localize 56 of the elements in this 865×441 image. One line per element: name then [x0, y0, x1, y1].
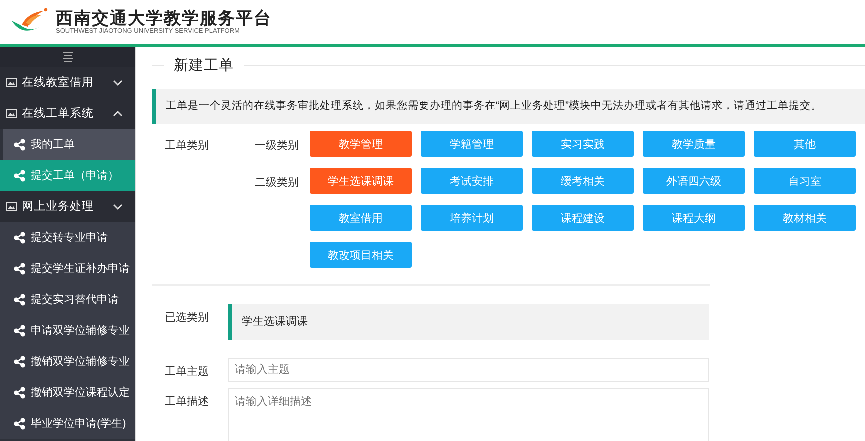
field-label: 工单描述 [164, 395, 210, 410]
menu-item[interactable]: 提交转专业申请 [0, 222, 135, 253]
share-icon [14, 170, 26, 182]
category-button[interactable]: 教室借用 [310, 205, 412, 231]
chevron-icon [113, 78, 123, 86]
menu-item[interactable]: 提交实习替代申请 [0, 284, 135, 315]
menu-group[interactable]: 在线教室借用 [0, 67, 135, 98]
menu-icon [62, 51, 74, 63]
field-label: 工单类别 [164, 139, 210, 154]
menu-item[interactable]: 撤销双学位辅修专业 [0, 346, 135, 377]
menu-item[interactable]: 我的工单 [0, 129, 135, 160]
category-button[interactable]: 学生选课调课 [310, 168, 412, 194]
category-button[interactable]: 学籍管理 [421, 131, 523, 157]
category-button[interactable]: 课程大纲 [643, 205, 745, 231]
share-icon [14, 138, 26, 150]
image-icon [6, 109, 17, 118]
share-icon [14, 294, 26, 306]
description-field[interactable]: 请输入详细描述 [228, 388, 709, 441]
selected-category: 学生选课调课 [228, 304, 709, 340]
category-button[interactable]: 教学质量 [643, 131, 745, 157]
share-icon [14, 386, 26, 398]
category-button[interactable]: 实习实践 [532, 131, 634, 157]
menu-item[interactable]: 申请双学位辅修专业 [0, 315, 135, 346]
menu-group[interactable]: 网上业务处理 [0, 191, 135, 222]
chevron-icon [113, 110, 123, 118]
field-label: 已选类别 [164, 311, 210, 326]
menu-item[interactable]: 提交工单（申请） [0, 160, 135, 191]
share-icon [14, 232, 26, 244]
category-button[interactable]: 自习室 [754, 168, 856, 194]
category-button[interactable]: 课程建设 [532, 205, 634, 231]
menu-group[interactable]: 在线工单系统 [0, 98, 135, 129]
notice-text: 工单是一个灵活的在线事务审批处理系统，如果您需要办理的事务在“网上业务处理”模块中无法办理或者有其他请求，请通过工单提交。 [152, 89, 865, 124]
category-button[interactable]: 教材相关 [754, 205, 856, 231]
category-button[interactable]: 其他 [754, 131, 856, 157]
field-label: 工单主题 [164, 364, 210, 380]
level-label: 一级类别 [254, 139, 300, 154]
share-icon [14, 324, 26, 336]
category-button[interactable]: 教改项目相关 [310, 242, 412, 268]
category-button[interactable]: 培养计划 [421, 205, 523, 231]
menu-item[interactable]: 毕业学位申请(学生) [0, 408, 135, 439]
level-label: 二级类别 [254, 176, 300, 191]
category-button[interactable]: 外语四六级 [643, 168, 745, 194]
image-icon [6, 202, 17, 211]
subject-field[interactable]: 请输入主题 [228, 358, 709, 382]
category-button[interactable]: 教学管理 [310, 131, 412, 157]
site-title: 西南交通大学教学服务平台 [56, 8, 272, 28]
share-icon [14, 262, 26, 274]
chevron-icon [113, 202, 123, 210]
category-button[interactable]: 考试安排 [421, 168, 523, 194]
menu-item[interactable]: 提交学生证补办申请 [0, 253, 135, 284]
share-icon [14, 356, 26, 368]
image-icon [6, 78, 17, 87]
category-button[interactable]: 缓考相关 [532, 168, 634, 194]
form-title: 新建工单 [174, 56, 234, 74]
menu-item[interactable]: 撤销双学位课程认定 [0, 377, 135, 408]
share-icon [14, 418, 26, 430]
